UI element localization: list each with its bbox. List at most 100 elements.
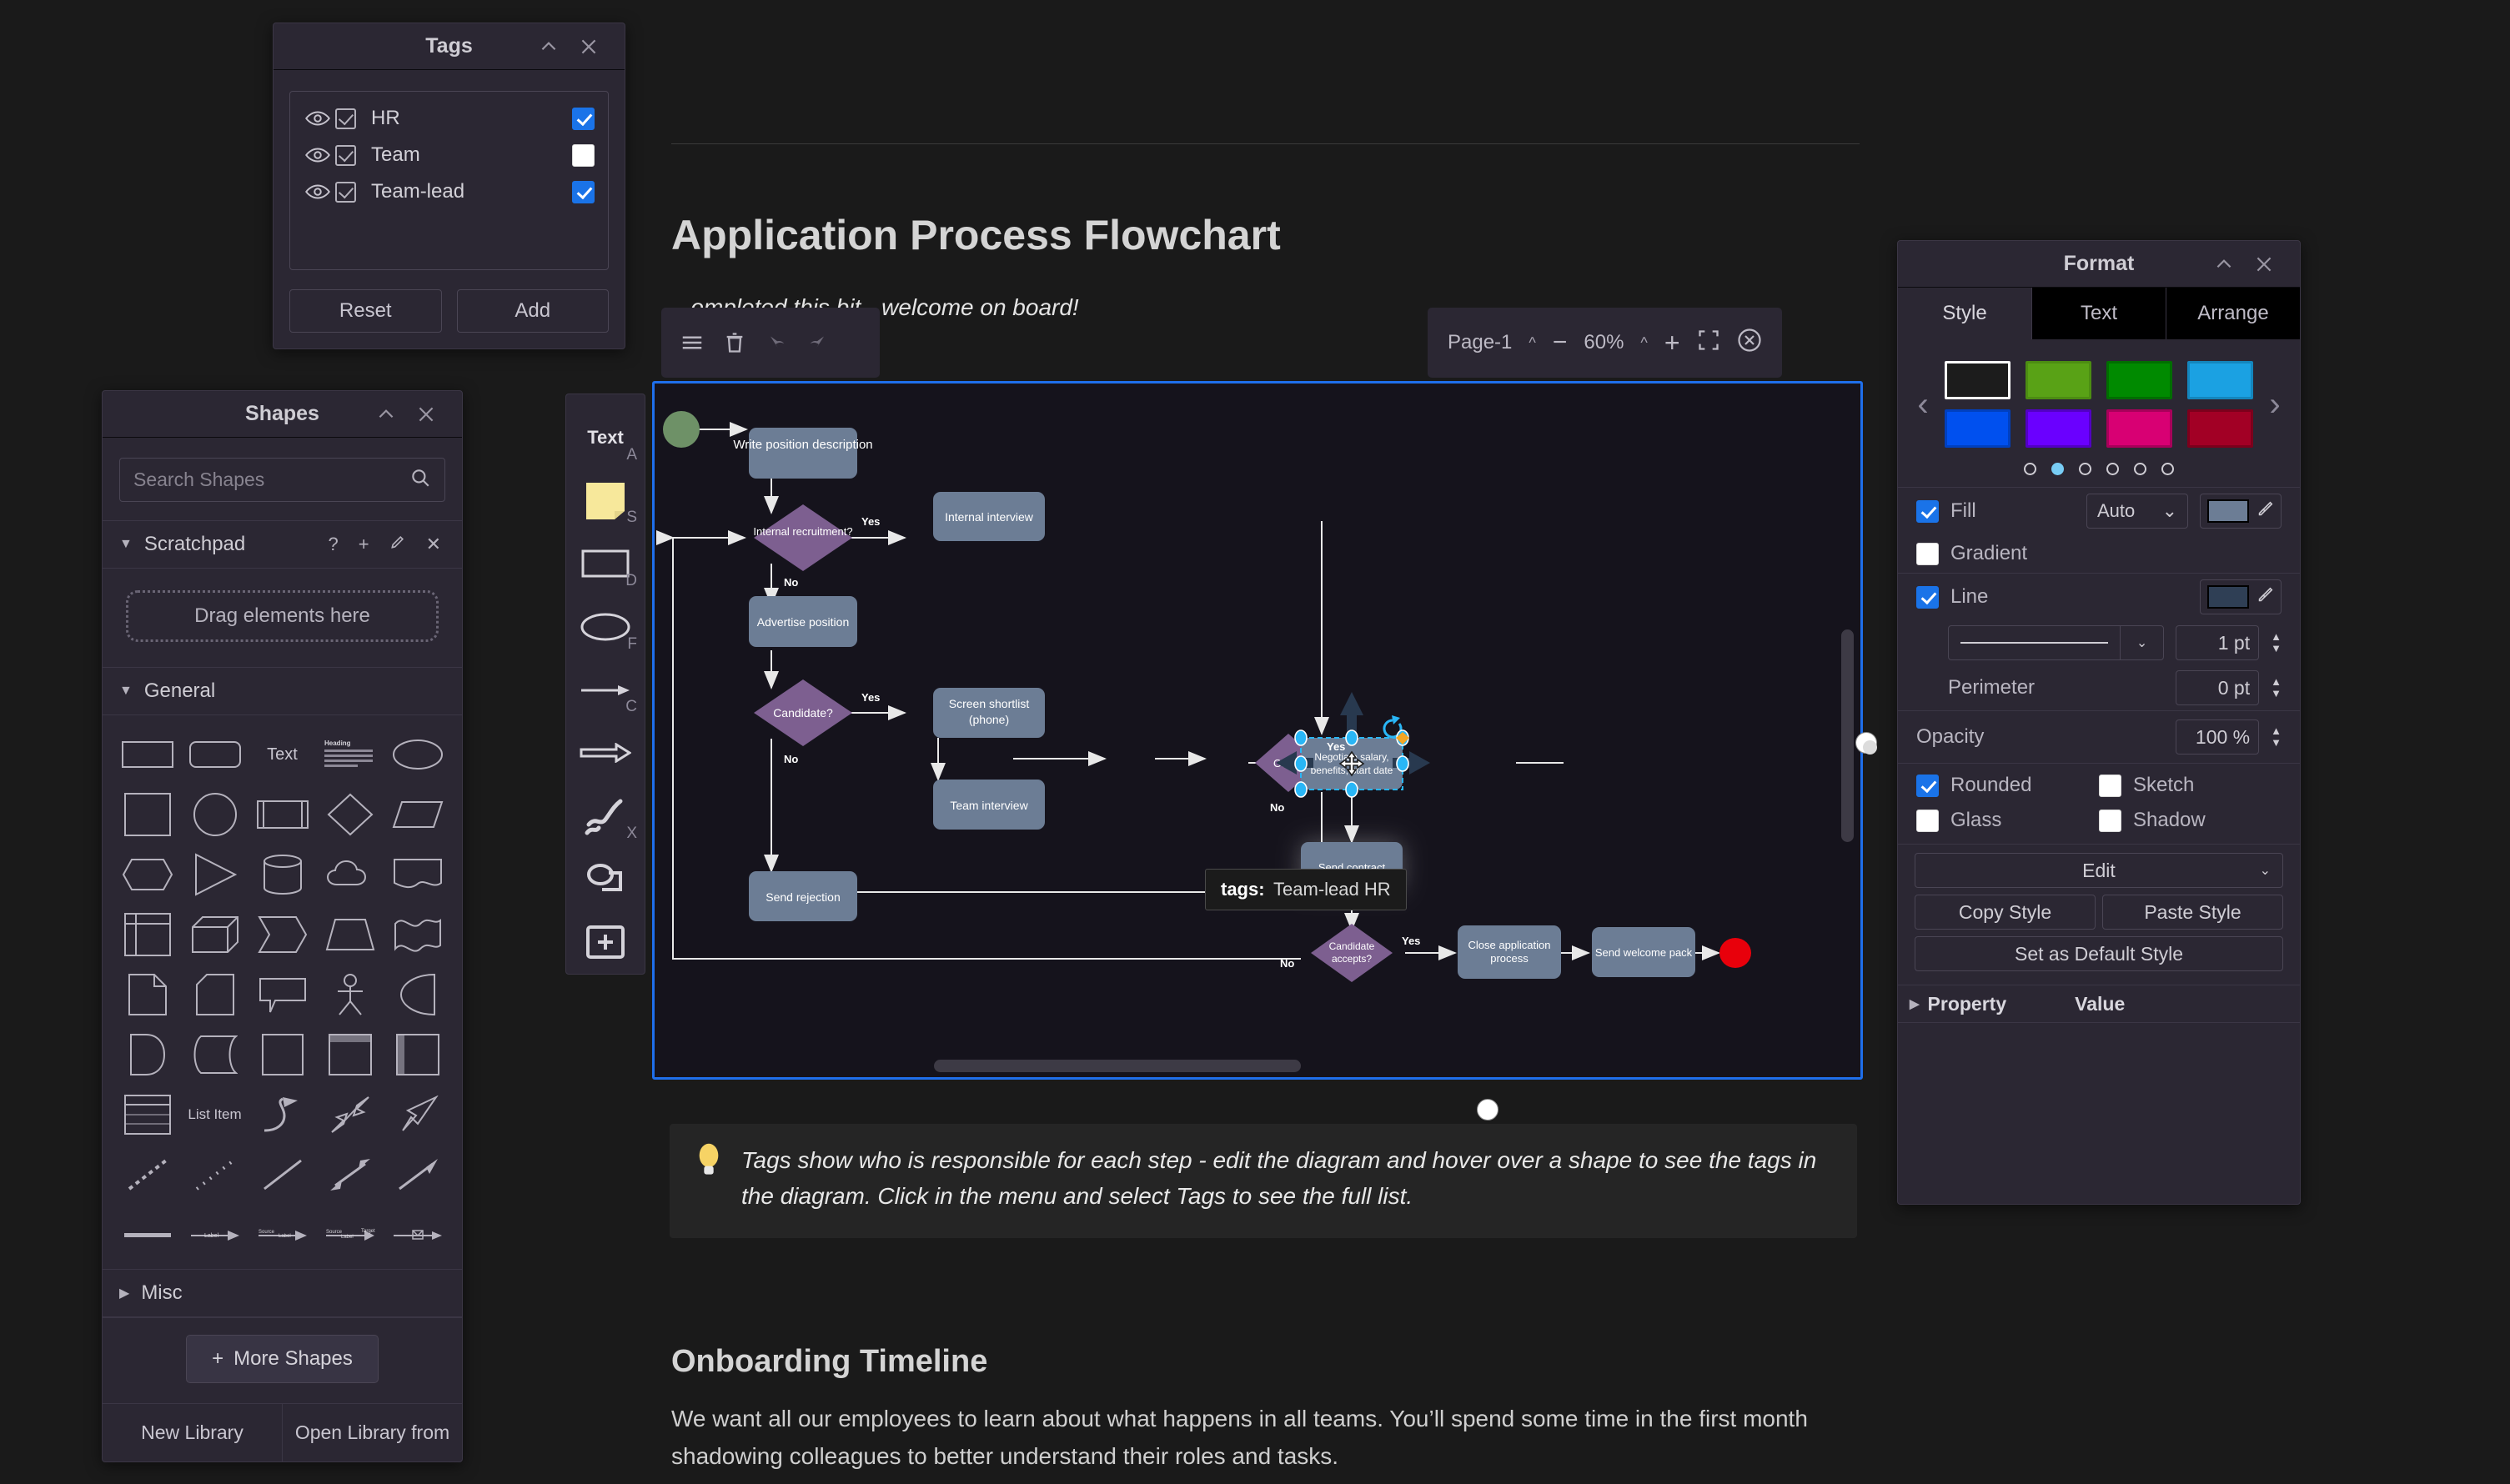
resize-handle-e[interactable] bbox=[1397, 756, 1408, 771]
style-swatch[interactable] bbox=[2106, 361, 2172, 399]
misc-section-header[interactable]: ▶ Misc bbox=[103, 1269, 462, 1317]
shape-document[interactable] bbox=[386, 847, 449, 902]
collapse-icon[interactable] bbox=[372, 400, 400, 429]
chevron-left-icon[interactable]: ‹ bbox=[1905, 386, 1941, 424]
shape-source-label-arrow[interactable]: SourceLabel bbox=[251, 1207, 314, 1262]
rectangle-tool[interactable]: D bbox=[565, 532, 645, 595]
scratchpad-dropzone[interactable]: Drag elements here bbox=[126, 590, 439, 642]
text-tool[interactable]: Text A bbox=[565, 406, 645, 469]
new-library-button[interactable]: New Library bbox=[103, 1404, 282, 1461]
node-candidate-accepts[interactable]: Candidate accepts? bbox=[1311, 924, 1393, 982]
shape-data-storage[interactable] bbox=[183, 1027, 246, 1082]
shape-square[interactable] bbox=[116, 787, 178, 842]
node-end[interactable] bbox=[1719, 938, 1751, 968]
opacity-input[interactable]: 100 % bbox=[2176, 719, 2259, 755]
freehand-tool[interactable]: X bbox=[565, 785, 645, 848]
eyedropper-icon[interactable] bbox=[2256, 586, 2274, 609]
copy-style-button[interactable]: Copy Style bbox=[1915, 895, 2096, 930]
chevron-right-icon[interactable]: ▶ bbox=[1910, 996, 1920, 1011]
collapse-icon[interactable] bbox=[535, 33, 563, 61]
redo-icon[interactable] bbox=[803, 330, 828, 355]
fill-checkbox[interactable] bbox=[1916, 500, 1939, 523]
fill-type-select[interactable]: Auto ⌄ bbox=[2086, 494, 2188, 529]
close-icon[interactable] bbox=[575, 33, 603, 61]
line-checkbox[interactable] bbox=[1916, 586, 1939, 609]
tag-visible-tick[interactable] bbox=[335, 108, 356, 129]
search-input[interactable] bbox=[133, 469, 409, 491]
shape-list[interactable] bbox=[116, 1087, 178, 1142]
tab-arrange[interactable]: Arrange bbox=[2166, 288, 2300, 339]
shape-triangle[interactable] bbox=[183, 847, 246, 902]
ellipse-tool[interactable]: F bbox=[565, 595, 645, 659]
shape-double-arrow-outline[interactable] bbox=[319, 1087, 381, 1142]
fullscreen-icon[interactable] bbox=[1697, 328, 1720, 358]
close-icon[interactable]: ✕ bbox=[422, 534, 445, 555]
rounded-checkbox[interactable] bbox=[1916, 775, 1939, 797]
node-candidate[interactable]: Candidate? bbox=[754, 679, 852, 746]
arrow-tool[interactable] bbox=[565, 721, 645, 785]
shape-dashed-line[interactable] bbox=[116, 1147, 178, 1202]
search-shapes-box[interactable] bbox=[119, 458, 445, 502]
node-team-interview[interactable]: Team interview bbox=[933, 780, 1045, 830]
shape-rectangle[interactable] bbox=[116, 727, 178, 782]
glass-toggle[interactable]: Glass bbox=[1916, 809, 2099, 832]
node-send-welcome-pack[interactable]: Send welcome pack bbox=[1592, 927, 1695, 977]
resize-handle-w[interactable] bbox=[1295, 756, 1307, 771]
tag-row[interactable]: Team bbox=[290, 137, 608, 173]
tag-visible-tick[interactable] bbox=[335, 182, 356, 203]
shape-horizontal-container[interactable] bbox=[386, 1027, 449, 1082]
tab-text[interactable]: Text bbox=[2032, 288, 2166, 339]
style-swatch[interactable] bbox=[2187, 361, 2253, 399]
shape-actor[interactable] bbox=[319, 967, 381, 1022]
node-close-application-process[interactable]: Close application process bbox=[1458, 925, 1561, 979]
note-tool[interactable]: S bbox=[565, 469, 645, 533]
add-button[interactable]: Add bbox=[457, 289, 610, 333]
shape-diamond[interactable] bbox=[319, 787, 381, 842]
node-advertise-position[interactable]: Advertise position bbox=[749, 596, 857, 647]
help-icon[interactable]: ? bbox=[324, 534, 342, 555]
shape-chevron[interactable] bbox=[251, 907, 314, 962]
zoom-out-button[interactable]: − bbox=[1553, 328, 1568, 357]
node-write-position-description[interactable]: Write position description bbox=[733, 428, 872, 479]
document-scroll-dot[interactable] bbox=[1863, 740, 1877, 755]
shape-parallelogram[interactable] bbox=[386, 787, 449, 842]
sketch-toggle[interactable]: Sketch bbox=[2099, 774, 2282, 797]
tag-row[interactable]: HR bbox=[290, 100, 608, 137]
style-swatch[interactable] bbox=[1945, 361, 2011, 399]
shape-hexagon[interactable] bbox=[116, 847, 178, 902]
node-internal-interview[interactable]: Internal interview bbox=[933, 492, 1045, 541]
line-color-button[interactable] bbox=[2200, 579, 2282, 614]
node-start[interactable] bbox=[663, 411, 700, 448]
shape-curved-arrow[interactable] bbox=[251, 1087, 314, 1142]
collapse-icon[interactable] bbox=[2210, 250, 2238, 278]
horizontal-resize-track[interactable] bbox=[934, 1060, 1301, 1072]
shape-cylinder[interactable] bbox=[251, 847, 314, 902]
style-swatch[interactable] bbox=[2026, 409, 2091, 448]
eye-icon[interactable] bbox=[305, 147, 335, 163]
style-swatch[interactable] bbox=[2026, 361, 2091, 399]
fill-color-button[interactable] bbox=[2200, 494, 2282, 529]
zoom-level[interactable]: 60% bbox=[1584, 331, 1624, 354]
shape-big-arrow-outline[interactable] bbox=[386, 1087, 449, 1142]
shape-card[interactable] bbox=[183, 967, 246, 1022]
perimeter-stepper[interactable]: ▲▼ bbox=[2271, 677, 2282, 699]
page-selector[interactable]: Page-1 bbox=[1448, 331, 1512, 354]
rounded-toggle[interactable]: Rounded bbox=[1916, 774, 2099, 797]
chevron-up-icon[interactable]: ^ bbox=[1640, 334, 1647, 352]
reset-button[interactable]: Reset bbox=[289, 289, 442, 333]
shape-circle[interactable] bbox=[183, 787, 246, 842]
line-width-stepper[interactable]: ▲▼ bbox=[2271, 632, 2282, 654]
scratchpad-section-header[interactable]: ▼ Scratchpad ? + ✕ bbox=[103, 520, 462, 569]
style-swatch[interactable] bbox=[1945, 409, 2011, 448]
resize-handle-s[interactable] bbox=[1346, 782, 1358, 797]
resize-handle-n[interactable] bbox=[1346, 730, 1358, 745]
tag-checkbox[interactable] bbox=[572, 181, 595, 203]
zoom-in-button[interactable]: + bbox=[1664, 328, 1680, 358]
shape-ellipse[interactable] bbox=[386, 727, 449, 782]
page-dot[interactable] bbox=[2024, 463, 2036, 475]
shape-plain-line[interactable] bbox=[251, 1147, 314, 1202]
shape-vertical-container[interactable] bbox=[319, 1027, 381, 1082]
shape-internal-storage[interactable] bbox=[116, 907, 178, 962]
glass-checkbox[interactable] bbox=[1916, 810, 1939, 832]
shape-trapezoid[interactable] bbox=[319, 907, 381, 962]
